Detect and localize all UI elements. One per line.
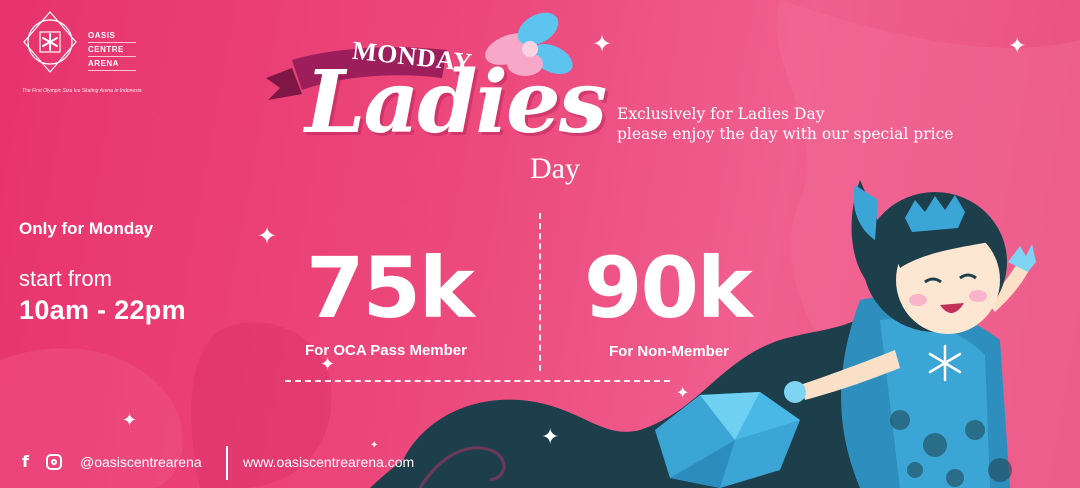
promo-line: please enjoy the day with our special pr… xyxy=(617,125,954,143)
schedule-heading: Only for Monday xyxy=(19,219,154,238)
ladies-title: Ladies xyxy=(305,52,607,153)
sparkle-icon: ✦ xyxy=(676,383,690,402)
facebook-icon[interactable]: f xyxy=(22,452,36,471)
sparkle-icon: ✦ xyxy=(541,425,560,450)
website-link[interactable]: www.oasiscentrearena.com xyxy=(243,454,414,470)
brand-name-line: OASIS xyxy=(88,30,136,43)
non-member-price-label: For Non-Member xyxy=(609,343,729,360)
sparkle-icon: ✦ xyxy=(122,410,138,431)
start-from-label: start from xyxy=(19,266,112,291)
brand-tagline: The First Olympic Size Ice Skating Arena… xyxy=(22,88,142,94)
instagram-icon[interactable] xyxy=(46,453,62,470)
social-handle[interactable]: @oasiscentrearena xyxy=(80,454,202,470)
sparkle-icon: ✦ xyxy=(370,440,379,451)
brand-name-line: ARENA xyxy=(88,58,136,71)
promo-description: Exclusively for Ladies Day please enjoy … xyxy=(617,104,953,144)
snowflake-in-diamond-icon xyxy=(23,11,77,73)
footer-separator xyxy=(226,446,228,480)
sparkle-icon: ✦ xyxy=(257,222,278,250)
opening-hours: 10am - 22pm xyxy=(19,295,186,325)
ladies-day-banner: OASIS CENTRE ARENA The First Olympic Siz… xyxy=(0,0,1080,488)
price-divider-horizontal xyxy=(285,380,670,382)
day-subtitle: Day xyxy=(530,152,580,185)
price-divider-vertical xyxy=(539,213,541,371)
social-footer: f @oasiscentrearena xyxy=(22,452,202,471)
promo-line: Exclusively for Ladies Day xyxy=(617,105,825,123)
member-price: 75k xyxy=(306,239,475,337)
sparkle-icon: ✦ xyxy=(320,354,336,375)
brand-name-line: CENTRE xyxy=(88,44,136,57)
sparkle-icon: ✦ xyxy=(592,30,613,58)
sparkle-icon: ✦ xyxy=(1008,34,1027,59)
non-member-price: 90k xyxy=(584,239,753,337)
brand-name: OASIS CENTRE ARENA xyxy=(88,30,136,72)
